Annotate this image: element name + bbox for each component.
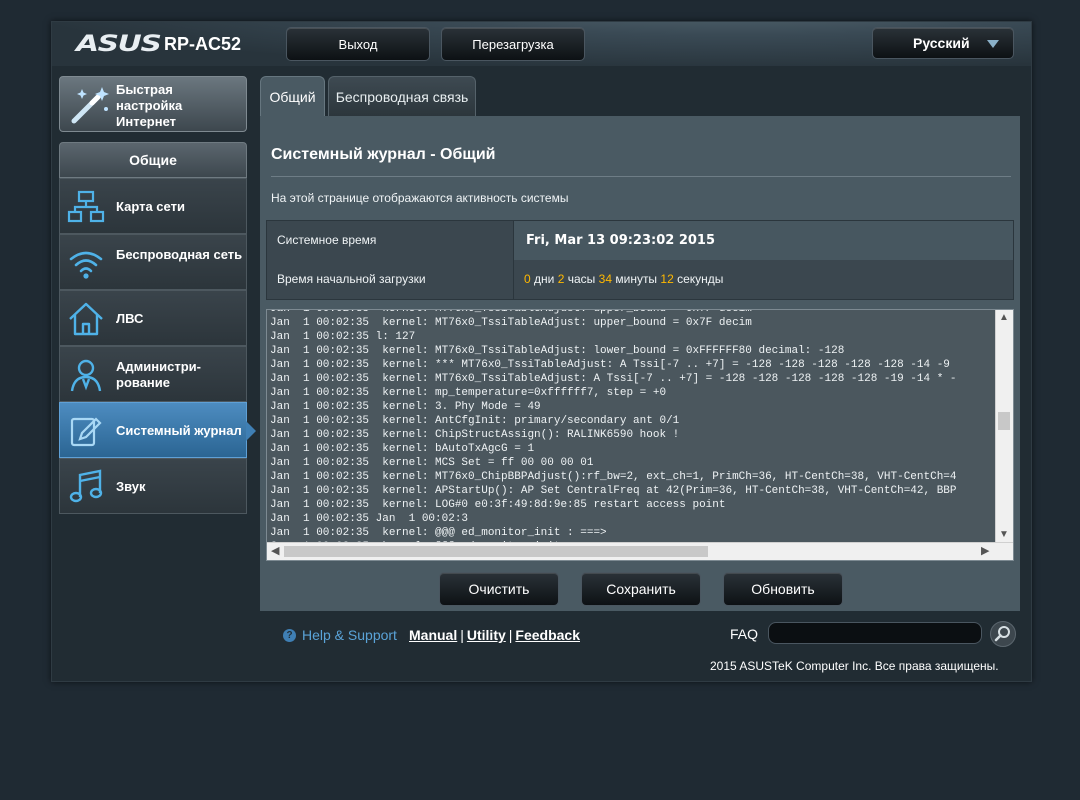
- footer: ? Help & Support Manual | Utility | Feedback…: [52, 617, 1031, 681]
- tab-wireless[interactable]: Беспроводная связь: [328, 76, 476, 116]
- scroll-left-icon[interactable]: ◀: [271, 544, 279, 557]
- sidebar-item-wireless[interactable]: Беспроводная сеть: [59, 234, 247, 290]
- utility-link[interactable]: Utility: [467, 627, 506, 643]
- sidebar-item-label: Беспроводная сеть: [116, 247, 243, 262]
- uptime-value-cell: 0 дни 2 часы 34 минуты 12 секунды: [514, 260, 1013, 299]
- faq-search-input[interactable]: [768, 622, 982, 644]
- search-icon: [994, 626, 1010, 642]
- sidebar-item-network-map[interactable]: Карта сети: [59, 178, 247, 234]
- horizontal-scroll-thumb[interactable]: [284, 546, 708, 557]
- system-log-textarea[interactable]: Jan 1 00:02:35 kernel: MT76x0_TssiTableA…: [266, 309, 1014, 561]
- sidebar-item-label: Звук: [116, 479, 146, 494]
- system-log-text: Jan 1 00:02:35 kernel: MT76x0_TssiTableA…: [270, 309, 957, 553]
- link-separator: |: [460, 627, 464, 643]
- manual-link[interactable]: Manual: [409, 627, 457, 643]
- help-links: Manual | Utility | Feedback: [409, 627, 580, 643]
- uptime-days: 0: [524, 272, 531, 286]
- save-button[interactable]: Сохранить: [581, 572, 701, 606]
- feedback-link[interactable]: Feedback: [515, 627, 580, 643]
- language-select[interactable]: Русский: [872, 27, 1014, 59]
- copyright-text: 2015 ASUSTeK Computer Inc. Все права защ…: [710, 659, 999, 673]
- uptime-seconds-unit: секунды: [677, 272, 724, 286]
- uptime-row: Время начальной загрузки 0 дни 2 часы 34…: [267, 260, 1013, 299]
- sidebar-item-lan[interactable]: ЛВС: [59, 290, 247, 346]
- help-support: ? Help & Support: [283, 627, 397, 643]
- system-time-row: Системное время Fri, Mar 13 09:23:02 201…: [267, 221, 1013, 261]
- sidebar-item-label: Администри-рование: [116, 359, 201, 390]
- system-time-value-cell: Fri, Mar 13 09:23:02 2015: [514, 221, 1013, 260]
- scroll-right-icon[interactable]: ▶: [981, 544, 989, 557]
- uptime-value: 0 дни 2 часы 34 минуты 12 секунды: [524, 272, 723, 286]
- faq-search-button[interactable]: [990, 621, 1016, 647]
- language-label: Русский: [913, 35, 970, 51]
- vertical-scroll-thumb[interactable]: [998, 412, 1010, 430]
- system-time-value: Fri, Mar 13 09:23:02 2015: [526, 233, 716, 248]
- uptime-hours: 2: [557, 272, 565, 286]
- home-icon: [69, 302, 103, 336]
- sidebar-item-administration[interactable]: Администри-рование: [59, 346, 247, 402]
- faq-label: FAQ: [730, 626, 759, 642]
- tab-general[interactable]: Общий: [260, 76, 325, 116]
- content-panel: Системный журнал - Общий На этой страниц…: [260, 116, 1020, 611]
- help-icon: ?: [283, 628, 296, 642]
- scroll-down-icon[interactable]: ▼: [999, 529, 1009, 540]
- logout-button[interactable]: Выход: [286, 27, 430, 61]
- reboot-button[interactable]: Перезагрузка: [441, 27, 585, 61]
- quick-setup-label: Быстрая настройка Интернет: [116, 82, 183, 129]
- scroll-up-icon[interactable]: ▲: [999, 312, 1009, 323]
- uptime-label: Время начальной загрузки: [277, 272, 426, 286]
- uptime-seconds: 12: [660, 272, 674, 286]
- title-divider: [271, 176, 1011, 177]
- system-log-icon: [70, 417, 102, 447]
- magic-wand-icon: [71, 87, 109, 124]
- sidebar-item-sound[interactable]: Звук: [59, 458, 247, 514]
- asus-logo: ASUS: [76, 32, 162, 57]
- link-separator: |: [508, 627, 513, 643]
- top-bar: ASUS RP-AC52 Выход Перезагрузка Русский: [52, 22, 1031, 66]
- system-info-table: Системное время Fri, Mar 13 09:23:02 201…: [266, 220, 1014, 300]
- admin-user-icon: [70, 359, 102, 392]
- network-map-icon: [67, 190, 105, 223]
- clear-button[interactable]: Очистить: [439, 572, 559, 606]
- sidebar-item-label: Системный журнал: [116, 423, 242, 438]
- uptime-minutes-unit: минуты: [615, 272, 658, 286]
- music-note-icon: [69, 469, 103, 503]
- model-name: RP-AC52: [164, 34, 242, 54]
- page-title: Системный журнал - Общий: [271, 146, 496, 163]
- system-time-label: Системное время: [277, 233, 377, 247]
- sidebar-section-general: Общие: [59, 142, 247, 178]
- sidebar-item-system-log[interactable]: Системный журнал: [59, 402, 256, 458]
- uptime-minutes: 34: [598, 272, 613, 286]
- refresh-button[interactable]: Обновить: [723, 572, 843, 606]
- quick-internet-setup-button[interactable]: Быстрая настройка Интернет: [59, 76, 247, 132]
- chevron-down-icon: [987, 40, 999, 48]
- wifi-icon: [69, 251, 103, 279]
- uptime-days-unit: дни: [534, 272, 555, 286]
- help-support-label: Help & Support: [302, 627, 397, 643]
- vertical-scrollbar[interactable]: ▲ ▼: [995, 310, 1013, 542]
- sidebar-item-label: Карта сети: [116, 199, 185, 214]
- uptime-hours-unit: часы: [567, 272, 596, 286]
- router-admin-window: ASUS RP-AC52 Выход Перезагрузка Русский …: [51, 21, 1032, 682]
- page-description: На этой странице отображаются активность…: [271, 191, 569, 205]
- horizontal-scrollbar[interactable]: ◀ ▶: [267, 542, 1013, 560]
- sidebar-item-label: ЛВС: [116, 311, 144, 326]
